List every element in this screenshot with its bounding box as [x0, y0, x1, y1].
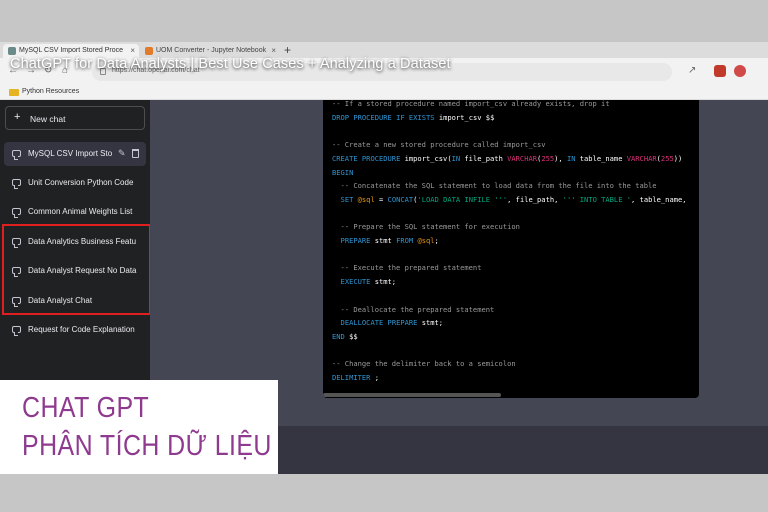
- chat-bubble-icon: [12, 326, 21, 336]
- code-line: -- Deallocate the prepared statement: [332, 304, 495, 314]
- watermark-line-1: CHAT GPT: [22, 392, 150, 424]
- sql-code: -- If a stored procedure named import_cs…: [332, 100, 687, 385]
- openai-favicon-icon: [8, 47, 16, 55]
- code-line: EXECUTE stmt;: [340, 277, 397, 287]
- new-chat-button[interactable]: + New chat: [5, 106, 145, 130]
- code-line: END $$: [332, 331, 358, 341]
- code-line: -- Prepare the SQL statement for executi…: [332, 222, 520, 232]
- chat-item[interactable]: Request for Code Explanation: [4, 318, 146, 342]
- video-frame: MySQL CSV Import Stored Proce × UOM Conv…: [0, 42, 768, 474]
- code-line: DELIMITER ;: [332, 373, 379, 383]
- chat-main-panel: -- If a stored procedure named import_cs…: [150, 100, 768, 426]
- horizontal-scrollbar[interactable]: [323, 393, 501, 397]
- bookmarks-bar: Python Resources: [0, 86, 768, 100]
- folder-icon: [9, 89, 19, 96]
- close-tab-icon[interactable]: ×: [130, 46, 135, 55]
- code-line: -- Concatenate the SQL statement to load…: [332, 181, 657, 191]
- watermark-label: CHAT GPT PHÂN TÍCH DỮ LIỆU: [0, 380, 278, 474]
- new-tab-button[interactable]: +: [284, 43, 291, 57]
- trash-icon[interactable]: [132, 149, 139, 158]
- pencil-icon[interactable]: ✎: [118, 148, 126, 159]
- share-icon[interactable]: ↗: [688, 65, 696, 76]
- highlight-annotation-box: [2, 224, 151, 315]
- code-line: -- Change the delimiter back to a semico…: [332, 359, 516, 369]
- plus-icon: +: [14, 111, 21, 123]
- code-line: PREPARE stmt FROM @sql;: [340, 236, 439, 246]
- watermark-line-2: PHÂN TÍCH DỮ LIỆU: [22, 430, 272, 462]
- close-tab-icon[interactable]: ×: [271, 46, 276, 55]
- code-line: DROP PROCEDURE IF EXISTS import_csv $$: [332, 112, 495, 122]
- chat-bubble-icon: [12, 150, 21, 160]
- chat-item-label: Request for Code Explanation: [28, 325, 135, 334]
- code-line: -- If a stored procedure named import_cs…: [332, 100, 610, 108]
- tab-label: UOM Converter - Jupyter Notebook: [156, 47, 267, 54]
- chat-item-label: Common Animal Weights List: [28, 207, 133, 216]
- code-line: SET @sql = CONCAT('LOAD DATA INFILE ''',…: [340, 194, 687, 204]
- extension-shield-icon[interactable]: [714, 65, 726, 77]
- code-block: -- If a stored procedure named import_cs…: [323, 100, 699, 398]
- video-title: ChatGPT for Data Analysts | Best Use Cas…: [10, 56, 451, 72]
- extension-icon[interactable]: [734, 65, 746, 77]
- bookmark-python-resources[interactable]: Python Resources: [22, 88, 79, 95]
- chat-bubble-icon: [12, 179, 21, 189]
- chat-item[interactable]: Unit Conversion Python Code: [4, 171, 146, 195]
- code-line: -- Execute the prepared statement: [332, 263, 482, 273]
- chat-bubble-icon: [12, 208, 21, 218]
- chat-item-label: Unit Conversion Python Code: [28, 178, 134, 187]
- new-chat-label: New chat: [30, 114, 66, 124]
- tab-label: MySQL CSV Import Stored Proce: [19, 47, 123, 54]
- chat-item[interactable]: Common Animal Weights List: [4, 200, 146, 224]
- chat-item-label: MySQL CSV Import Stor: [28, 149, 112, 158]
- code-line: BEGIN: [332, 167, 354, 177]
- chat-item[interactable]: MySQL CSV Import Stor ✎: [4, 142, 146, 166]
- jupyter-favicon-icon: [145, 47, 153, 55]
- code-line: DEALLOCATE PREPARE stmt;: [340, 318, 444, 328]
- code-line: CREATE PROCEDURE import_csv(IN file_path…: [332, 153, 683, 163]
- code-line: -- Create a new stored procedure called …: [332, 140, 546, 150]
